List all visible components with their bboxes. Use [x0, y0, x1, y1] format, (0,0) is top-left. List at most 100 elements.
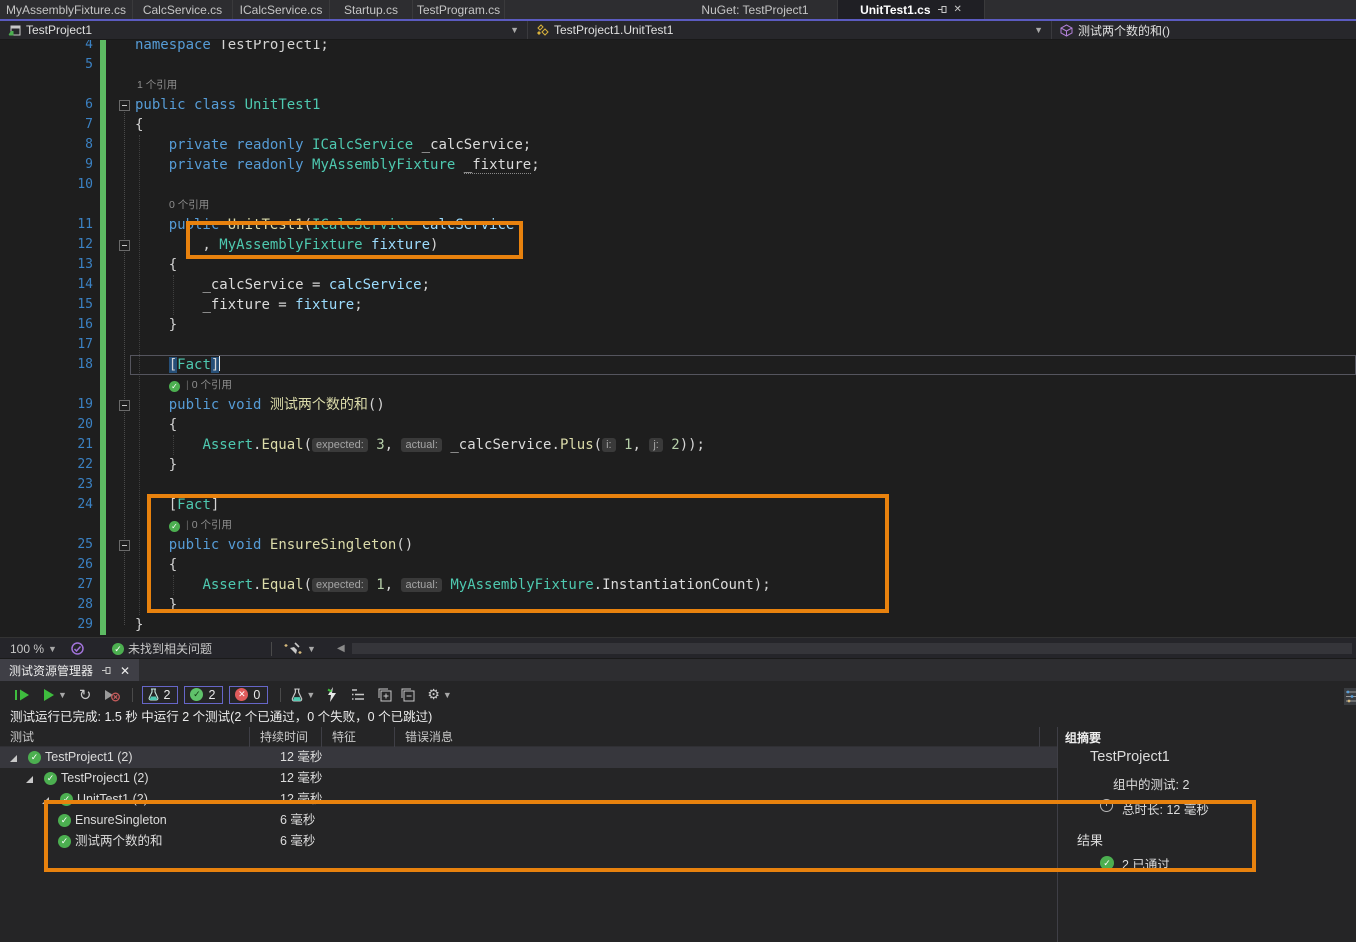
lightning-icon[interactable]	[327, 685, 338, 705]
code-line-20[interactable]: 20 {	[0, 415, 1356, 435]
code-line-16[interactable]: 16 }	[0, 315, 1356, 335]
code-line-15[interactable]: 15 _fixture = fixture;	[0, 295, 1356, 315]
close-icon[interactable]: ✕	[954, 4, 962, 15]
code-line-27[interactable]: 27 Assert.Equal(expected: 1, actual: MyA…	[0, 575, 1356, 595]
code-line-14[interactable]: 14 _calcService = calcService;	[0, 275, 1356, 295]
code-line-8[interactable]: 8 private readonly ICalcService _calcSer…	[0, 135, 1356, 155]
tab-testprogram-cs[interactable]: TestProgram.cs	[413, 0, 505, 19]
toolbar-overflow-icon[interactable]	[1344, 686, 1356, 706]
code-line-19[interactable]: 19 public void 测试两个数的和()	[0, 395, 1356, 415]
code-text: _calcService = calcService;	[135, 275, 430, 295]
code-line-4[interactable]: 4namespace TestProject1;	[0, 40, 1356, 55]
line-number: 23	[55, 475, 93, 495]
collapse-all-icon[interactable]	[401, 685, 415, 705]
code-text: {	[135, 115, 143, 135]
tab-calcservice-cs[interactable]: CalcService.cs	[133, 0, 233, 19]
gear-icon[interactable]: ⚙	[427, 685, 440, 705]
code-line-12[interactable]: 12 , MyAssemblyFixture fixture)	[0, 235, 1356, 255]
code-line-7[interactable]: 7{	[0, 115, 1356, 135]
code-line-26[interactable]: 26 {	[0, 555, 1356, 575]
close-icon[interactable]: ✕	[120, 664, 130, 678]
tab-label: TestProgram.cs	[417, 3, 500, 17]
code-line-11[interactable]: 11 public UnitTest1(ICalcService calcSer…	[0, 215, 1356, 235]
chevron-down-icon[interactable]: ▼	[443, 690, 452, 700]
code-health-status[interactable]: 未找到相关问题	[128, 640, 212, 657]
collapse-region-icon[interactable]	[119, 540, 130, 551]
code-line-10[interactable]: 10	[0, 175, 1356, 195]
codelens-references[interactable]: ✓|0 个引用	[169, 516, 232, 534]
cancel-run-icon[interactable]	[104, 685, 120, 705]
code-line-22[interactable]: 22 }	[0, 455, 1356, 475]
tab-unittest1-cs[interactable]: UnitTest1.cs✕	[838, 0, 985, 19]
pin-icon[interactable]	[101, 665, 112, 676]
column-header-0[interactable]: 测试	[0, 727, 250, 747]
code-line-13[interactable]: 13 {	[0, 255, 1356, 275]
chevron-down-icon[interactable]: ▼	[307, 644, 316, 654]
group-by-icon[interactable]	[351, 685, 365, 705]
scroll-left-arrow-icon[interactable]: ◀	[337, 638, 345, 659]
line-number: 24	[55, 495, 93, 515]
run-all-icon[interactable]	[14, 685, 31, 705]
chevron-down-icon[interactable]: ▼	[510, 25, 519, 35]
codelens-references[interactable]: 1 个引用	[137, 76, 177, 94]
expander-icon[interactable]	[42, 797, 49, 804]
collapse-region-icon[interactable]	[119, 240, 130, 251]
column-header-1[interactable]: 持续时间	[250, 727, 322, 747]
expand-all-icon[interactable]	[378, 685, 392, 705]
codelens-references[interactable]: 0 个引用	[169, 196, 209, 214]
code-line-21[interactable]: 21 Assert.Equal(expected: 3, actual: _ca…	[0, 435, 1356, 455]
repeat-run-icon[interactable]: ↻	[79, 685, 92, 705]
filter-failed-tests[interactable]: ✕ 0	[229, 686, 268, 704]
run-icon[interactable]	[43, 685, 55, 705]
code-line-18[interactable]: 18 [Fact]	[0, 355, 1356, 375]
code-line-23[interactable]: 23	[0, 475, 1356, 495]
code-line-17[interactable]: 17	[0, 335, 1356, 355]
column-header-2[interactable]: 特征	[322, 727, 395, 747]
code-line-5[interactable]: 5	[0, 55, 1356, 75]
code-text: _fixture = fixture;	[135, 295, 363, 315]
playlist-flask-icon[interactable]	[291, 685, 303, 705]
broom-icon[interactable]: ▼	[283, 638, 316, 659]
code-editor[interactable]: 4namespace TestProject1;51 个引用6public cl…	[0, 40, 1356, 637]
code-line-6[interactable]: 6public class UnitTest1	[0, 95, 1356, 115]
chevron-down-icon[interactable]: ▼	[48, 644, 57, 654]
tab-startup-cs[interactable]: Startup.cs	[330, 0, 413, 19]
code-line-28[interactable]: 28 }	[0, 595, 1356, 615]
expander-icon[interactable]	[10, 755, 17, 762]
zoom-select[interactable]: 100 %	[10, 642, 44, 656]
chevron-down-icon[interactable]: ▼	[1034, 25, 1043, 35]
code-line-29[interactable]: 29}	[0, 615, 1356, 635]
test-tree-row[interactable]: ✓测试两个数的和6 毫秒	[0, 831, 1057, 852]
collapse-region-icon[interactable]	[119, 400, 130, 411]
chevron-down-icon[interactable]: ▼	[306, 690, 315, 700]
project-dropdown[interactable]: TestProject1 ▼	[0, 21, 528, 39]
test-tree-row[interactable]: ✓TestProject1 (2)12 毫秒	[0, 768, 1057, 789]
test-tree-row[interactable]: ✓EnsureSingleton6 毫秒	[0, 810, 1057, 831]
column-header-3[interactable]: 错误消息	[395, 727, 1040, 747]
tab-nuget-testproject1[interactable]: NuGet: TestProject1	[673, 0, 838, 19]
member-dropdown[interactable]: 测试两个数的和()	[1052, 21, 1356, 39]
code-line-24[interactable]: 24 [Fact]	[0, 495, 1356, 515]
test-tree-row[interactable]: ✓TestProject1 (2)12 毫秒	[0, 747, 1057, 768]
filter-passed-tests[interactable]: ✓ 2	[184, 686, 223, 704]
line-number: 13	[55, 255, 93, 275]
line-number: 6	[55, 95, 93, 115]
test-tree-row[interactable]: ✓UnitTest1 (2)12 毫秒	[0, 789, 1057, 810]
code-line-9[interactable]: 9 private readonly MyAssemblyFixture _fi…	[0, 155, 1356, 175]
test-duration: 12 毫秒	[280, 768, 322, 789]
type-dropdown[interactable]: TestProject1.UnitTest1 ▼	[528, 21, 1052, 39]
expander-icon[interactable]	[26, 776, 33, 783]
collapse-region-icon[interactable]	[119, 100, 130, 111]
code-line-25[interactable]: 25 public void EnsureSingleton()	[0, 535, 1356, 555]
inline-parameter-hint: actual:	[401, 578, 441, 592]
code-health-icon[interactable]	[70, 638, 85, 659]
failed-count: 0	[253, 688, 260, 702]
tab-myassemblyfixture-cs[interactable]: MyAssemblyFixture.cs	[0, 0, 133, 19]
chevron-down-icon[interactable]: ▼	[58, 690, 67, 700]
codelens-references[interactable]: ✓|0 个引用	[169, 376, 232, 394]
filter-total-tests[interactable]: 2	[142, 686, 179, 704]
pin-icon[interactable]	[937, 4, 948, 15]
tab-icalcservice-cs[interactable]: ICalcService.cs	[233, 0, 330, 19]
tab-test-explorer[interactable]: 测试资源管理器 ✕	[0, 659, 139, 682]
horizontal-scrollbar[interactable]	[352, 643, 1352, 654]
